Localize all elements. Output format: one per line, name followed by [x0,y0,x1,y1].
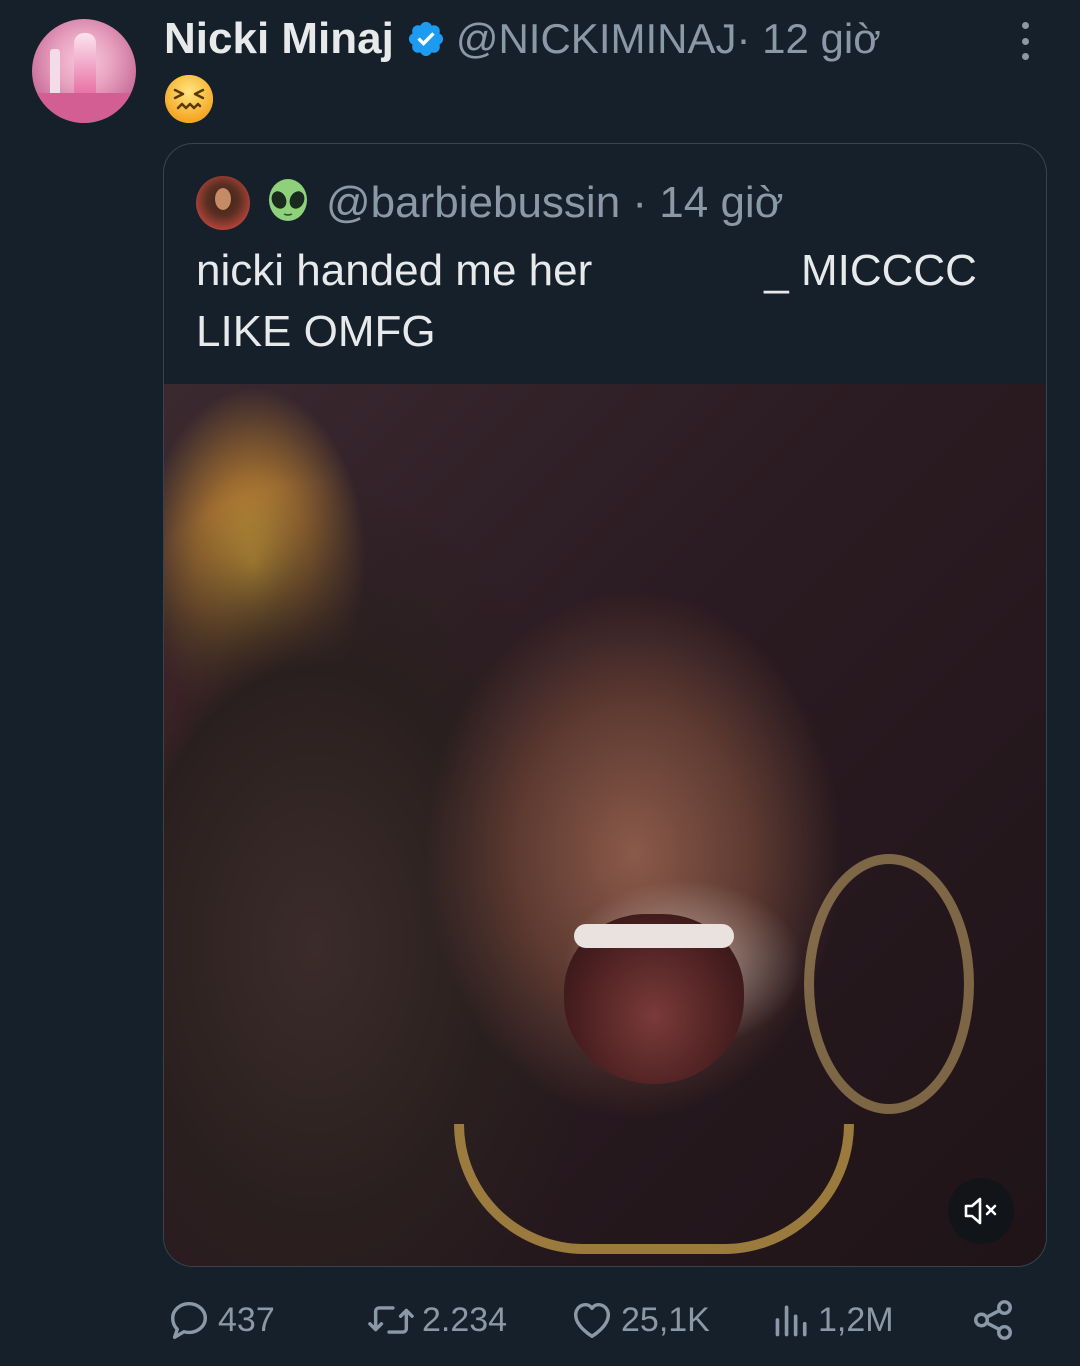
like-count: 25,1K [621,1300,710,1339]
repost-button[interactable]: 2.234 [366,1290,507,1350]
avatar-face [215,188,231,210]
views-icon [775,1305,807,1337]
video-hoop [804,854,974,1114]
quoted-time[interactable]: · 14 giờ [620,178,783,227]
mute-icon [964,1197,997,1225]
author-avatar[interactable] [32,19,136,123]
share-button[interactable] [970,1290,1022,1350]
post-header: Nicki Minaj @NICKIMINAJ · 12 giờ [164,10,881,68]
video-teeth [574,924,734,948]
author-handle[interactable]: @NICKIMINAJ [456,15,737,63]
avatar-floor [32,93,136,123]
quoted-text-part-b: _ MICCCC [764,246,977,295]
alien-emoji [269,179,307,221]
action-bar: 437 2.234 25,1K 1,2M [0,1290,1080,1350]
quoted-text-line-2: LIKE OMFG [196,307,436,356]
views-button[interactable]: 1,2M [772,1290,894,1350]
more-options-icon[interactable] [1010,18,1040,64]
author-name[interactable]: Nicki Minaj [164,14,394,64]
avatar-figure [74,33,96,95]
quoted-text: nicki handed me her _ MICCCC LIKE OMFG [196,240,1016,362]
dot [1021,53,1029,60]
verified-badge-icon[interactable] [406,19,446,59]
reply-icon [170,1301,208,1339]
quoted-post[interactable]: @barbiebussin · 14 giờ nicki handed me h… [163,143,1047,1267]
repost-count: 2.234 [422,1300,508,1339]
quoted-author-avatar[interactable] [196,176,250,230]
quoted-text-part-a: nicki handed me her [196,246,593,295]
dot [1021,37,1029,45]
like-icon [573,1302,611,1339]
dot [1021,22,1029,29]
confounded-face-emoji [165,75,213,123]
quoted-handle[interactable]: @barbiebussin [326,178,620,227]
like-button[interactable]: 25,1K [569,1290,710,1350]
quoted-video[interactable] [164,384,1046,1266]
post-time[interactable]: · 12 giờ [737,15,881,63]
mute-button[interactable] [948,1178,1014,1244]
quoted-text-line-1: nicki handed me her _ MICCCC [196,240,1016,301]
video-chain [454,1124,854,1254]
view-count: 1,2M [818,1300,894,1339]
reply-button[interactable]: 437 [166,1290,275,1350]
reply-count: 437 [218,1300,275,1339]
share-icon [974,1300,1012,1340]
repost-icon [368,1306,414,1334]
quoted-header: @barbiebussin · 14 giờ [326,176,784,230]
